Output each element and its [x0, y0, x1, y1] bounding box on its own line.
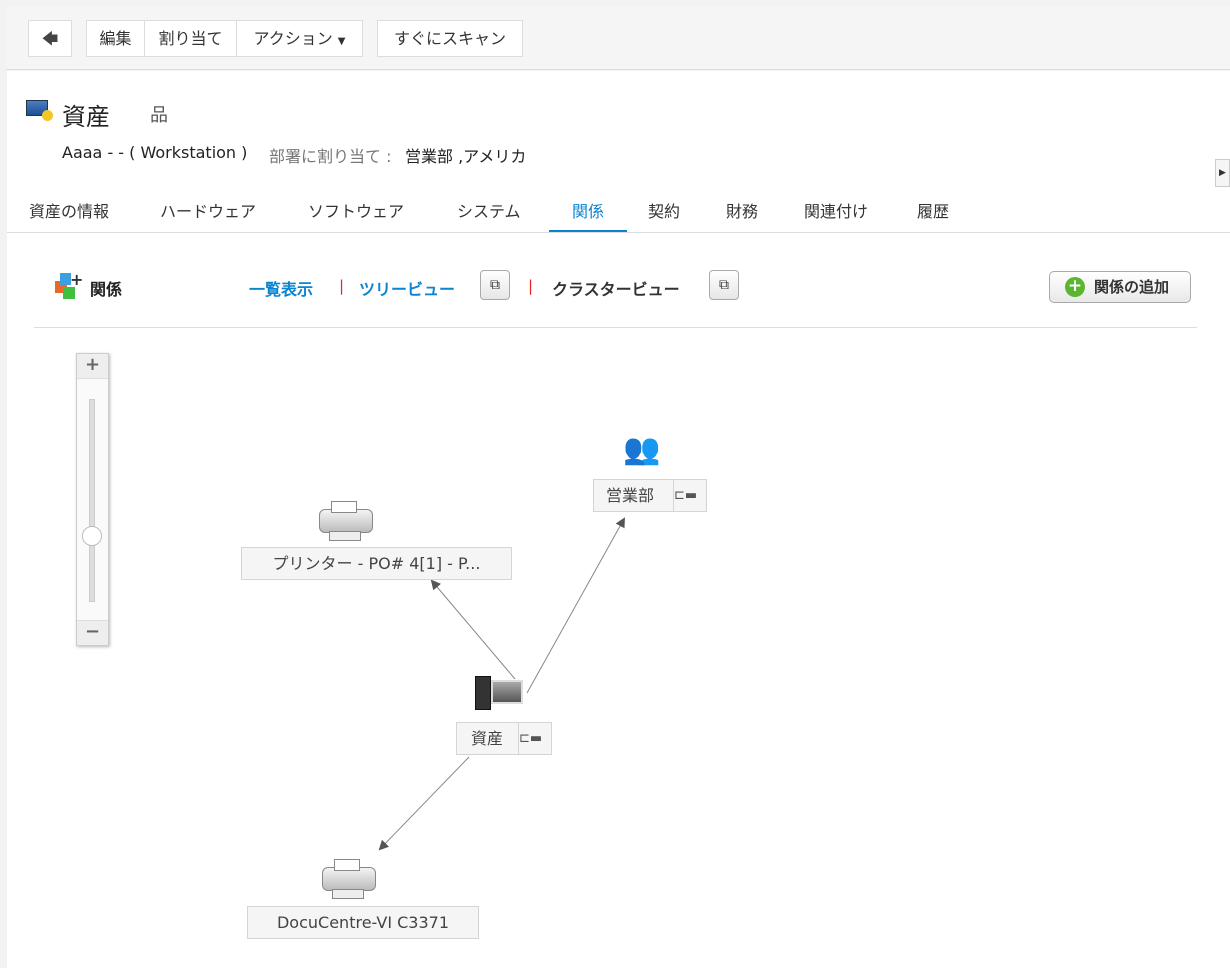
printer-icon — [319, 501, 375, 543]
graph-node-department[interactable]: 営業部 ⊏▬ — [593, 479, 707, 512]
back-button[interactable]: 🡄 — [28, 20, 72, 57]
graph-node-asset[interactable]: 資産 ⊏▬ — [456, 722, 552, 755]
graph-node-printer[interactable]: プリンター - PO# 4[1] - P... — [241, 547, 512, 580]
arrow-left-icon: 🡄 — [41, 29, 59, 48]
edge-asset-printer2 — [378, 756, 470, 851]
asset-page: 資産 品 Aaaa - - ( Workstation ) 部署に割り当て : … — [7, 71, 1230, 968]
node-label: 資産 — [471, 729, 504, 748]
caret-down-icon: ▼ — [337, 36, 346, 47]
actions-dropdown[interactable]: アクション ▼ — [236, 20, 363, 57]
scan-now-button[interactable]: すぐにスキャン — [377, 20, 523, 57]
workstation-icon — [473, 674, 529, 714]
printer-icon — [322, 859, 378, 901]
edge-asset-department — [526, 517, 625, 694]
edge-asset-printer — [430, 579, 516, 680]
assign-button[interactable]: 割り当て — [144, 20, 237, 57]
actions-label: アクション — [253, 29, 333, 48]
relationship-edges — [378, 517, 625, 851]
toolbar: 🡄 編集 割り当て アクション ▼ すぐにスキャン — [6, 6, 1230, 70]
expand-tree-icon[interactable]: ⊏▬ — [518, 723, 551, 754]
node-label: 営業部 — [606, 486, 655, 505]
expand-tree-icon[interactable]: ⊏▬ — [673, 480, 706, 511]
graph-node-printer2[interactable]: DocuCentre-VI C3371 — [247, 906, 479, 939]
edit-button[interactable]: 編集 — [86, 20, 145, 57]
user-group-icon: 👥 — [623, 432, 661, 467]
